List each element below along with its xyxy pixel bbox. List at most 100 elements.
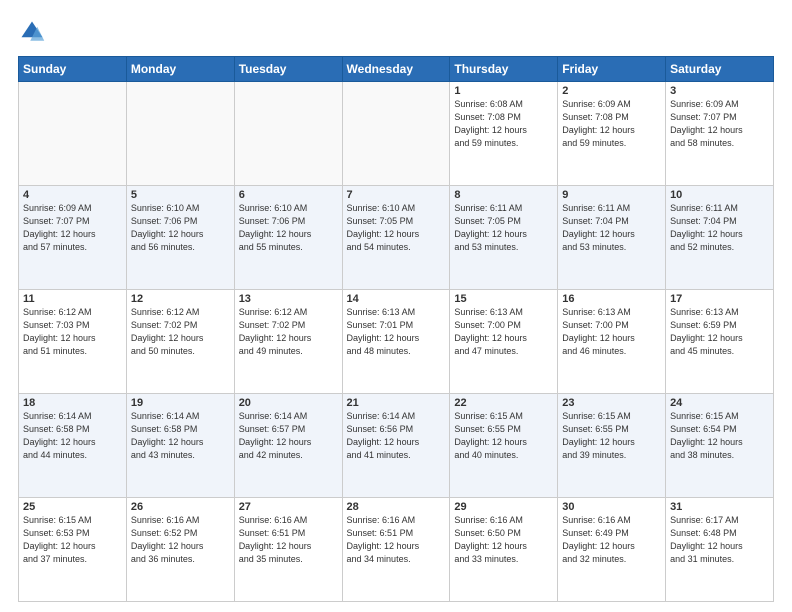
calendar-header-saturday: Saturday [666, 57, 774, 82]
calendar-cell: 2Sunrise: 6:09 AM Sunset: 7:08 PM Daylig… [558, 82, 666, 186]
calendar-cell [19, 82, 127, 186]
logo-icon [18, 18, 46, 46]
day-number: 24 [670, 397, 769, 409]
calendar-cell: 28Sunrise: 6:16 AM Sunset: 6:51 PM Dayli… [342, 498, 450, 602]
calendar-cell: 30Sunrise: 6:16 AM Sunset: 6:49 PM Dayli… [558, 498, 666, 602]
day-info: Sunrise: 6:16 AM Sunset: 6:51 PM Dayligh… [239, 514, 338, 566]
day-info: Sunrise: 6:11 AM Sunset: 7:04 PM Dayligh… [562, 202, 661, 254]
day-info: Sunrise: 6:10 AM Sunset: 7:06 PM Dayligh… [239, 202, 338, 254]
calendar-cell: 4Sunrise: 6:09 AM Sunset: 7:07 PM Daylig… [19, 186, 127, 290]
day-number: 9 [562, 189, 661, 201]
day-number: 22 [454, 397, 553, 409]
calendar-cell: 16Sunrise: 6:13 AM Sunset: 7:00 PM Dayli… [558, 290, 666, 394]
day-info: Sunrise: 6:14 AM Sunset: 6:58 PM Dayligh… [23, 410, 122, 462]
day-number: 28 [347, 501, 446, 513]
day-info: Sunrise: 6:09 AM Sunset: 7:07 PM Dayligh… [23, 202, 122, 254]
day-info: Sunrise: 6:13 AM Sunset: 7:00 PM Dayligh… [562, 306, 661, 358]
calendar-header-friday: Friday [558, 57, 666, 82]
calendar-cell: 3Sunrise: 6:09 AM Sunset: 7:07 PM Daylig… [666, 82, 774, 186]
day-info: Sunrise: 6:09 AM Sunset: 7:08 PM Dayligh… [562, 98, 661, 150]
day-number: 14 [347, 293, 446, 305]
day-number: 7 [347, 189, 446, 201]
calendar-cell: 1Sunrise: 6:08 AM Sunset: 7:08 PM Daylig… [450, 82, 558, 186]
day-info: Sunrise: 6:13 AM Sunset: 7:00 PM Dayligh… [454, 306, 553, 358]
calendar-week-row: 18Sunrise: 6:14 AM Sunset: 6:58 PM Dayli… [19, 394, 774, 498]
calendar-cell: 7Sunrise: 6:10 AM Sunset: 7:05 PM Daylig… [342, 186, 450, 290]
day-info: Sunrise: 6:15 AM Sunset: 6:55 PM Dayligh… [454, 410, 553, 462]
calendar-cell [126, 82, 234, 186]
day-number: 12 [131, 293, 230, 305]
day-number: 21 [347, 397, 446, 409]
day-number: 3 [670, 85, 769, 97]
day-number: 16 [562, 293, 661, 305]
logo [18, 18, 50, 46]
day-info: Sunrise: 6:14 AM Sunset: 6:56 PM Dayligh… [347, 410, 446, 462]
calendar-week-row: 11Sunrise: 6:12 AM Sunset: 7:03 PM Dayli… [19, 290, 774, 394]
day-info: Sunrise: 6:13 AM Sunset: 6:59 PM Dayligh… [670, 306, 769, 358]
day-number: 17 [670, 293, 769, 305]
calendar-cell: 20Sunrise: 6:14 AM Sunset: 6:57 PM Dayli… [234, 394, 342, 498]
calendar-cell: 8Sunrise: 6:11 AM Sunset: 7:05 PM Daylig… [450, 186, 558, 290]
day-info: Sunrise: 6:13 AM Sunset: 7:01 PM Dayligh… [347, 306, 446, 358]
calendar-header-tuesday: Tuesday [234, 57, 342, 82]
day-info: Sunrise: 6:14 AM Sunset: 6:58 PM Dayligh… [131, 410, 230, 462]
day-info: Sunrise: 6:15 AM Sunset: 6:54 PM Dayligh… [670, 410, 769, 462]
calendar-cell: 9Sunrise: 6:11 AM Sunset: 7:04 PM Daylig… [558, 186, 666, 290]
calendar-header-monday: Monday [126, 57, 234, 82]
calendar-header-row: SundayMondayTuesdayWednesdayThursdayFrid… [19, 57, 774, 82]
day-number: 19 [131, 397, 230, 409]
day-info: Sunrise: 6:14 AM Sunset: 6:57 PM Dayligh… [239, 410, 338, 462]
day-number: 6 [239, 189, 338, 201]
day-number: 5 [131, 189, 230, 201]
day-number: 1 [454, 85, 553, 97]
day-number: 27 [239, 501, 338, 513]
page: SundayMondayTuesdayWednesdayThursdayFrid… [0, 0, 792, 612]
calendar-cell [342, 82, 450, 186]
calendar-cell: 31Sunrise: 6:17 AM Sunset: 6:48 PM Dayli… [666, 498, 774, 602]
calendar-week-row: 1Sunrise: 6:08 AM Sunset: 7:08 PM Daylig… [19, 82, 774, 186]
calendar-cell [234, 82, 342, 186]
day-info: Sunrise: 6:12 AM Sunset: 7:02 PM Dayligh… [131, 306, 230, 358]
day-number: 31 [670, 501, 769, 513]
calendar-cell: 27Sunrise: 6:16 AM Sunset: 6:51 PM Dayli… [234, 498, 342, 602]
day-info: Sunrise: 6:09 AM Sunset: 7:07 PM Dayligh… [670, 98, 769, 150]
day-info: Sunrise: 6:16 AM Sunset: 6:49 PM Dayligh… [562, 514, 661, 566]
header [18, 18, 774, 46]
day-number: 15 [454, 293, 553, 305]
day-number: 29 [454, 501, 553, 513]
day-number: 26 [131, 501, 230, 513]
day-info: Sunrise: 6:11 AM Sunset: 7:05 PM Dayligh… [454, 202, 553, 254]
calendar-table: SundayMondayTuesdayWednesdayThursdayFrid… [18, 56, 774, 602]
day-number: 2 [562, 85, 661, 97]
calendar-week-row: 4Sunrise: 6:09 AM Sunset: 7:07 PM Daylig… [19, 186, 774, 290]
calendar-cell: 22Sunrise: 6:15 AM Sunset: 6:55 PM Dayli… [450, 394, 558, 498]
day-info: Sunrise: 6:08 AM Sunset: 7:08 PM Dayligh… [454, 98, 553, 150]
calendar-cell: 13Sunrise: 6:12 AM Sunset: 7:02 PM Dayli… [234, 290, 342, 394]
day-number: 18 [23, 397, 122, 409]
calendar-header-sunday: Sunday [19, 57, 127, 82]
day-info: Sunrise: 6:16 AM Sunset: 6:52 PM Dayligh… [131, 514, 230, 566]
calendar-header-wednesday: Wednesday [342, 57, 450, 82]
day-info: Sunrise: 6:17 AM Sunset: 6:48 PM Dayligh… [670, 514, 769, 566]
day-info: Sunrise: 6:10 AM Sunset: 7:06 PM Dayligh… [131, 202, 230, 254]
calendar-cell: 18Sunrise: 6:14 AM Sunset: 6:58 PM Dayli… [19, 394, 127, 498]
calendar-cell: 12Sunrise: 6:12 AM Sunset: 7:02 PM Dayli… [126, 290, 234, 394]
day-info: Sunrise: 6:15 AM Sunset: 6:53 PM Dayligh… [23, 514, 122, 566]
calendar-cell: 21Sunrise: 6:14 AM Sunset: 6:56 PM Dayli… [342, 394, 450, 498]
calendar-cell: 26Sunrise: 6:16 AM Sunset: 6:52 PM Dayli… [126, 498, 234, 602]
calendar-cell: 10Sunrise: 6:11 AM Sunset: 7:04 PM Dayli… [666, 186, 774, 290]
day-number: 10 [670, 189, 769, 201]
calendar-cell: 11Sunrise: 6:12 AM Sunset: 7:03 PM Dayli… [19, 290, 127, 394]
day-info: Sunrise: 6:12 AM Sunset: 7:03 PM Dayligh… [23, 306, 122, 358]
day-info: Sunrise: 6:12 AM Sunset: 7:02 PM Dayligh… [239, 306, 338, 358]
day-number: 25 [23, 501, 122, 513]
day-info: Sunrise: 6:10 AM Sunset: 7:05 PM Dayligh… [347, 202, 446, 254]
day-info: Sunrise: 6:16 AM Sunset: 6:51 PM Dayligh… [347, 514, 446, 566]
calendar-cell: 15Sunrise: 6:13 AM Sunset: 7:00 PM Dayli… [450, 290, 558, 394]
day-number: 11 [23, 293, 122, 305]
calendar-week-row: 25Sunrise: 6:15 AM Sunset: 6:53 PM Dayli… [19, 498, 774, 602]
day-number: 4 [23, 189, 122, 201]
calendar-cell: 6Sunrise: 6:10 AM Sunset: 7:06 PM Daylig… [234, 186, 342, 290]
day-number: 30 [562, 501, 661, 513]
calendar-cell: 5Sunrise: 6:10 AM Sunset: 7:06 PM Daylig… [126, 186, 234, 290]
